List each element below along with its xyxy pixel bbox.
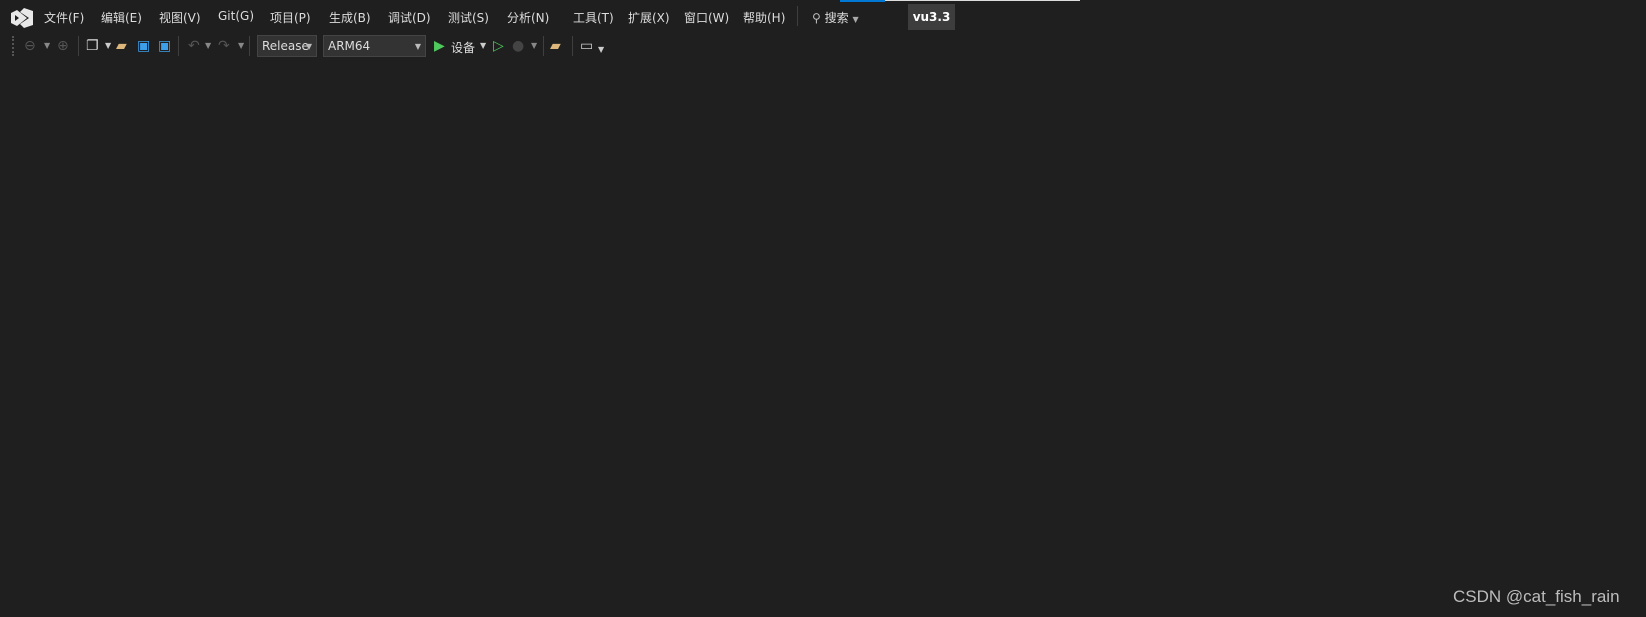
toolbar-overflow-icon[interactable]: ▼: [598, 45, 604, 54]
menu-tools[interactable]: 工具(T): [573, 9, 614, 26]
visual-studio-logo-icon: [11, 8, 33, 28]
chevron-down-icon[interactable]: ▼: [480, 41, 486, 50]
start-without-debugging-icon[interactable]: ▷: [493, 38, 504, 54]
open-folder-icon[interactable]: ▰: [116, 38, 127, 54]
undo-icon[interactable]: ↶: [188, 38, 200, 54]
solution-name-badge[interactable]: vu3.3: [908, 4, 955, 30]
menu-edit[interactable]: 编辑(E): [101, 9, 142, 26]
platform-select[interactable]: ARM64 ▼: [323, 35, 426, 57]
toolbar-grip[interactable]: [12, 36, 17, 56]
chevron-down-icon[interactable]: ▼: [44, 41, 50, 50]
menu-project[interactable]: 项目(P): [270, 9, 311, 26]
chevron-down-icon[interactable]: ▼: [531, 41, 537, 50]
chevron-down-icon: ▼: [305, 41, 312, 51]
menu-window[interactable]: 窗口(W): [684, 9, 729, 26]
menu-debug[interactable]: 调试(D): [388, 9, 431, 26]
toolbar-separator: [249, 36, 250, 56]
save-all-icon[interactable]: ▣: [158, 38, 171, 54]
menu-test[interactable]: 测试(S): [448, 9, 489, 26]
new-project-icon[interactable]: ❐: [86, 38, 99, 54]
find-in-files-icon[interactable]: ▰: [550, 38, 561, 54]
navigate-forward-icon[interactable]: ⊕: [57, 38, 69, 54]
save-icon[interactable]: ▣: [137, 38, 150, 54]
menu-help[interactable]: 帮助(H): [743, 9, 785, 26]
menu-separator: [797, 6, 798, 26]
navigate-back-icon[interactable]: ⊖: [24, 38, 36, 54]
toolbar-separator: [178, 36, 179, 56]
menu-git[interactable]: Git(G): [218, 9, 254, 23]
chevron-down-icon: ▼: [852, 15, 859, 24]
toolbar-separator: [543, 36, 544, 56]
platform-value: ARM64: [328, 39, 371, 53]
chevron-down-icon[interactable]: ▼: [238, 41, 244, 50]
hot-reload-icon[interactable]: ●: [512, 38, 524, 54]
menu-extensions[interactable]: 扩展(X): [628, 9, 670, 26]
toolbar-separator: [572, 36, 573, 56]
search-button[interactable]: ⚲ 搜索 ▼: [812, 9, 859, 26]
menu-analyze[interactable]: 分析(N): [507, 9, 549, 26]
search-icon: ⚲: [812, 11, 821, 25]
title-accent-line: [840, 0, 885, 2]
run-target-button[interactable]: 设备: [451, 39, 475, 56]
search-label: 搜索: [824, 11, 849, 25]
redo-icon[interactable]: ↷: [218, 38, 230, 54]
chevron-down-icon[interactable]: ▼: [105, 41, 111, 50]
watermark: CSDN @cat_fish_rain: [1453, 587, 1620, 606]
run-icon[interactable]: ▶: [434, 38, 445, 54]
menu-file[interactable]: 文件(F): [44, 9, 84, 26]
title-line: [885, 0, 1080, 1]
window-layout-icon[interactable]: ▭: [580, 38, 593, 54]
menu-build[interactable]: 生成(B): [329, 9, 371, 26]
configuration-value: Release: [262, 39, 309, 53]
chevron-down-icon[interactable]: ▼: [205, 41, 211, 50]
toolbar-separator: [78, 36, 79, 56]
menu-view[interactable]: 视图(V): [159, 9, 201, 26]
configuration-select[interactable]: Release ▼: [257, 35, 317, 57]
chevron-down-icon: ▼: [414, 41, 421, 51]
